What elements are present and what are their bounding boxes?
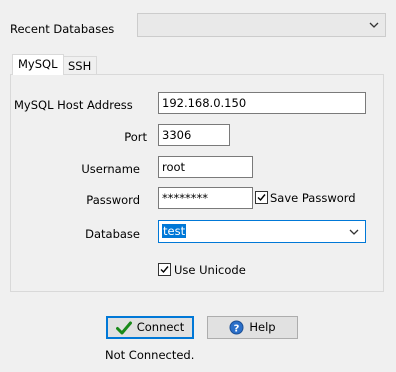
connect-button[interactable]: Connect xyxy=(106,316,194,339)
username-input[interactable]: root xyxy=(158,156,253,178)
svg-text:?: ? xyxy=(234,323,240,334)
port-label: Port xyxy=(124,130,147,144)
tab-mysql[interactable]: MySQL xyxy=(12,54,64,75)
tab-mysql-label: MySQL xyxy=(18,57,58,71)
password-input[interactable]: ******** xyxy=(158,187,253,209)
recent-databases-label: Recent Databases xyxy=(10,22,115,36)
use-unicode-checkbox[interactable] xyxy=(158,263,171,276)
checkmark-icon xyxy=(257,194,266,202)
help-button[interactable]: ? Help xyxy=(207,316,298,339)
save-password-label: Save Password xyxy=(270,191,356,205)
tab-ssh-label: SSH xyxy=(68,59,92,73)
chevron-down-icon xyxy=(349,229,359,235)
connection-status: Not Connected. xyxy=(105,348,195,362)
password-label: Password xyxy=(86,193,140,207)
recent-databases-dropdown[interactable] xyxy=(137,13,386,37)
help-button-label: Help xyxy=(249,320,276,334)
connect-button-label: Connect xyxy=(136,320,185,334)
save-password-checkbox[interactable] xyxy=(255,191,268,204)
chevron-down-icon xyxy=(369,22,379,28)
use-unicode-label: Use Unicode xyxy=(174,263,246,277)
port-input[interactable]: 3306 xyxy=(158,124,230,146)
host-input[interactable]: 192.168.0.150 xyxy=(158,92,366,114)
help-icon: ? xyxy=(229,320,244,335)
username-label: Username xyxy=(81,162,140,176)
database-dropdown[interactable]: test xyxy=(158,220,366,243)
database-value: test xyxy=(162,224,187,238)
host-label: MySQL Host Address xyxy=(14,98,133,112)
checkmark-icon xyxy=(160,266,169,274)
check-icon xyxy=(115,321,132,334)
database-label: Database xyxy=(85,227,140,241)
tab-ssh[interactable]: SSH xyxy=(62,56,98,74)
